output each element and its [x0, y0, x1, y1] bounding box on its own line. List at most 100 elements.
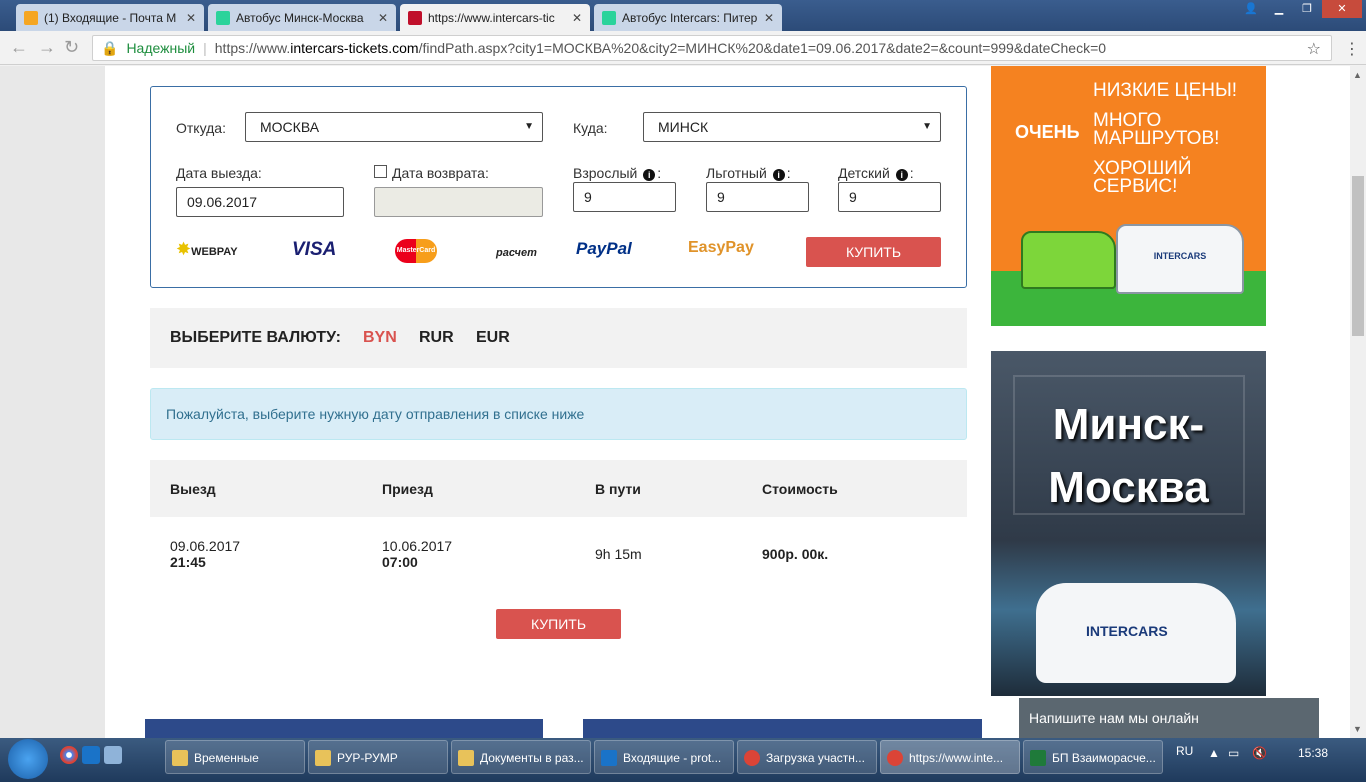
price: 900р. 00к.	[762, 546, 829, 562]
child-label: Детский i:	[838, 165, 914, 181]
user-icon[interactable]: 👤	[1238, 0, 1264, 18]
tab-mail[interactable]: (1) Входящие - Почта M ✕	[16, 4, 204, 31]
depart-time: 21:45	[170, 554, 206, 570]
folder-icon	[458, 750, 474, 766]
close-window-button[interactable]: ✕	[1322, 0, 1362, 18]
outlook-icon	[601, 750, 617, 766]
chrome-icon[interactable]	[60, 746, 78, 764]
star-icon[interactable]: ☆	[1307, 39, 1321, 59]
ad-banner-low-prices[interactable]: ОЧЕНЬ НИЗКИЕ ЦЕНЫ! МНОГО МАРШРУТОВ! ХОРО…	[991, 66, 1266, 326]
close-icon[interactable]: ✕	[378, 11, 388, 25]
return-date-checkbox[interactable]	[374, 165, 387, 178]
desktop-icon[interactable]	[104, 746, 122, 764]
back-icon[interactable]: ←	[10, 37, 28, 58]
clock[interactable]: 15:38	[1298, 746, 1328, 760]
footer-block-right	[583, 719, 982, 738]
paypal-logo: PayPal	[576, 239, 632, 258]
green-bus-image	[1021, 231, 1116, 289]
forward-icon[interactable]: →	[38, 37, 56, 58]
taskbar-item[interactable]: Входящие - prot...	[594, 740, 734, 774]
ad-line: МАРШРУТОВ!	[1093, 128, 1220, 149]
buy-trip-button[interactable]: КУПИТЬ	[496, 609, 621, 639]
discount-label: Льготный i:	[706, 165, 791, 181]
browser-tabbar: (1) Входящие - Почта M ✕ Автобус Минск-М…	[0, 0, 1366, 31]
page-content: Откуда: МОСКВА ▼ Куда: МИНСК ▼ Дата выезда…	[105, 66, 1350, 738]
close-icon[interactable]: ✕	[572, 11, 582, 25]
depart-date: 09.06.2017	[170, 538, 241, 554]
from-label: Откуда:	[176, 120, 226, 136]
url-input[interactable]: 🔒 Надежный | https://www.intercars-ticke…	[92, 35, 1332, 61]
url-divider: |	[203, 40, 207, 56]
lock-icon: 🔒	[101, 39, 119, 56]
adult-count-input[interactable]: 9	[573, 182, 676, 212]
network-icon[interactable]: ▭	[1228, 746, 1239, 760]
taskbar-item[interactable]: РУР-РУМР	[308, 740, 448, 774]
ad-banner-minsk-moscow[interactable]: Минск- Москва INTERCARS	[991, 351, 1266, 696]
vue-icon	[602, 10, 616, 25]
ad-title-line2: Москва	[1048, 463, 1209, 512]
ad-very-text: ОЧЕНЬ	[1015, 122, 1080, 142]
to-select[interactable]: МИНСК ▼	[643, 112, 941, 142]
language-indicator[interactable]: RU	[1176, 744, 1193, 758]
column-header-arrive: Приезд	[382, 481, 433, 497]
windows-taskbar: Временные РУР-РУМР Документы в раз... Вх…	[0, 738, 1366, 782]
from-select[interactable]: МОСКВА ▼	[245, 112, 543, 142]
folder-icon	[172, 750, 188, 766]
currency-selector: ВЫБЕРИТЕ ВАЛЮТУ: BYN RUR EUR	[150, 308, 967, 368]
outlook-icon[interactable]	[82, 746, 100, 764]
chrome-icon	[744, 750, 760, 766]
page-scrollbar[interactable]: ▲ ▼	[1350, 66, 1366, 738]
close-icon[interactable]: ✕	[186, 11, 196, 25]
taskbar-item[interactable]: Временные	[165, 740, 305, 774]
buy-button[interactable]: КУПИТЬ	[806, 237, 941, 267]
scroll-thumb[interactable]	[1352, 176, 1364, 336]
reload-icon[interactable]: ↻	[64, 37, 79, 58]
tab-title: (1) Входящие - Почта M	[44, 10, 177, 25]
online-chat-button[interactable]: Напишите нам мы онлайн	[1019, 698, 1319, 738]
scroll-up-icon[interactable]: ▲	[1353, 70, 1362, 80]
column-header-depart: Выезд	[170, 481, 216, 497]
secure-label: Надежный	[126, 40, 196, 56]
chrome-icon	[887, 750, 903, 766]
currency-option-byn[interactable]: BYN	[363, 329, 397, 347]
info-icon[interactable]: i	[772, 169, 785, 181]
depart-date-input[interactable]: 09.06.2017	[176, 187, 344, 217]
child-count-input[interactable]: 9	[838, 182, 941, 212]
tab-bus-intercars-piter[interactable]: Автобус Intercars: Питер ✕	[594, 4, 782, 31]
return-date-input[interactable]	[374, 187, 543, 217]
minimize-button[interactable]: ▁	[1266, 0, 1292, 18]
tray-arrow-icon[interactable]: ▲	[1208, 746, 1220, 760]
menu-icon[interactable]: ⋮	[1344, 39, 1360, 59]
duration: 9h 15m	[595, 546, 642, 562]
results-table-header: Выезд Приезд В пути Стоимость	[150, 460, 967, 517]
currency-option-rur[interactable]: RUR	[419, 329, 454, 347]
caret-down-icon: ▼	[922, 121, 932, 132]
tab-bus-minsk-moscow[interactable]: Автобус Минск-Москва ✕	[208, 4, 396, 31]
adult-label: Взрослый i:	[573, 165, 662, 181]
ad-title-line1: Минск-	[1052, 400, 1205, 449]
taskbar-item[interactable]: https://www.inte...	[880, 740, 1020, 774]
taskbar-item[interactable]: Документы в раз...	[451, 740, 591, 774]
taskbar-item[interactable]: БП Взаиморасче...	[1023, 740, 1163, 774]
scroll-down-icon[interactable]: ▼	[1353, 724, 1362, 734]
info-icon[interactable]: i	[895, 169, 908, 181]
return-date-label: Дата возврата:	[392, 165, 489, 181]
restore-button[interactable]: ❐	[1294, 0, 1320, 18]
currency-option-eur[interactable]: EUR	[476, 329, 510, 347]
volume-muted-icon[interactable]: 🔇	[1252, 746, 1267, 760]
intercars-icon	[408, 10, 422, 25]
ad-line: СЕРВИС!	[1093, 176, 1178, 197]
taskbar-item[interactable]: Загрузка участн...	[737, 740, 877, 774]
mail-icon	[24, 10, 38, 25]
windows-start-button[interactable]	[8, 739, 48, 779]
tab-intercars-active[interactable]: https://www.intercars-tic ✕	[400, 4, 590, 31]
close-icon[interactable]: ✕	[764, 11, 774, 25]
caret-down-icon: ▼	[524, 121, 534, 132]
info-icon[interactable]: i	[643, 169, 656, 181]
visa-logo: VISA	[292, 239, 337, 260]
depart-date-label: Дата выезда:	[176, 165, 262, 181]
tab-title: Автобус Intercars: Питер	[622, 10, 758, 25]
discount-count-input[interactable]: 9	[706, 182, 809, 212]
tab-title: Автобус Минск-Москва	[236, 10, 364, 25]
column-header-duration: В пути	[595, 481, 641, 497]
